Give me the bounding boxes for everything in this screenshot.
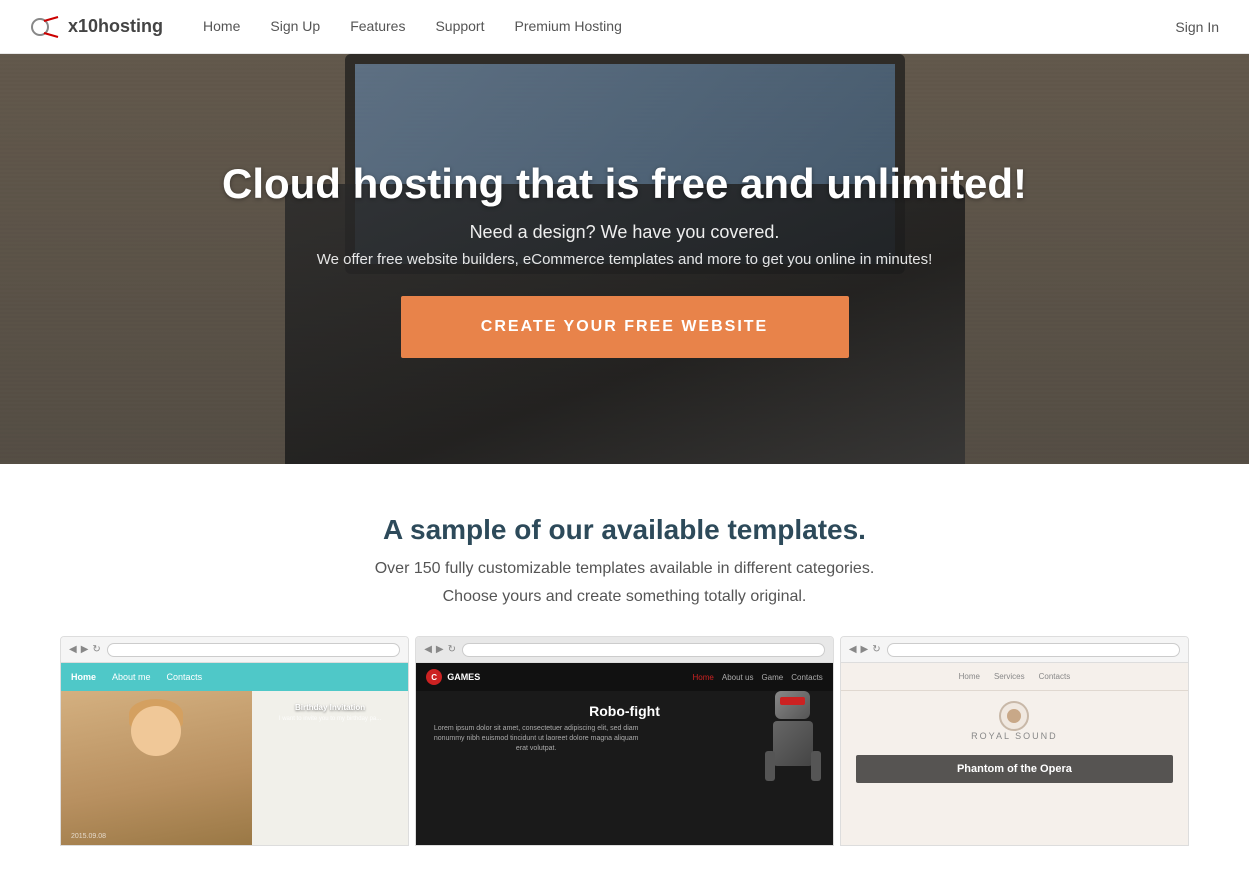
nav-forward-icon[interactable]: ▶ <box>81 644 89 655</box>
url-bar-right[interactable] <box>887 643 1180 657</box>
logo[interactable]: x10hosting <box>30 11 163 43</box>
hero-description: We offer free website builders, eCommerc… <box>222 251 1027 268</box>
nav-home[interactable]: Home <box>203 18 240 34</box>
templates-section: A sample of our available templates. Ove… <box>0 464 1249 876</box>
games-nav-home: Home <box>693 673 714 682</box>
nav-links: Home Sign Up Features Support Premium Ho… <box>203 18 1175 36</box>
royal-nav-services: Services <box>994 672 1025 681</box>
nav-back-icon-mid[interactable]: ◀ <box>424 644 432 655</box>
hero-subtitle: Need a design? We have you covered. <box>222 222 1027 243</box>
mock-body-birthday: Birthday Invitation I want to invite you… <box>61 691 408 845</box>
mock-nav-birthday: Home About me Contacts <box>61 663 408 691</box>
birthday-text: I want to invite you to my birthday pa..… <box>260 716 400 722</box>
nav-signup[interactable]: Sign Up <box>270 18 320 34</box>
games-nav-contacts: Contacts <box>791 673 823 682</box>
robot-visor <box>780 697 805 705</box>
games-desc: Lorem ipsum dolor sit amet, consectetuer… <box>428 724 644 753</box>
phantom-box: Phantom of the Opera <box>856 755 1173 783</box>
logo-icon <box>30 11 62 43</box>
browser-content-right: Home Services Contacts Royal sound Phant… <box>841 663 1188 845</box>
mock-body-games: Robo-fight Lorem ipsum dolor sit amet, c… <box>416 691 833 765</box>
nav-back-icon[interactable]: ◀ <box>69 644 77 655</box>
nav-home-birthday: Home <box>71 672 96 682</box>
nav-refresh-icon-mid[interactable]: ↻ <box>448 644 456 655</box>
robot-head <box>775 691 810 719</box>
previews-row: ◀ ▶ ↻ Home About me Contacts <box>60 636 1189 846</box>
browser-nav-left: ◀ ▶ ↻ <box>69 644 101 655</box>
games-nav-about: About us <box>722 673 754 682</box>
games-nav-game: Game <box>761 673 783 682</box>
preview-games: ◀ ▶ ↻ C GAMES Home About us Game C <box>415 636 834 846</box>
templates-title: A sample of our available templates. <box>60 514 1189 546</box>
royal-logo-area: Royal sound <box>841 691 1188 747</box>
royal-logo-circle <box>999 701 1029 731</box>
nav-support[interactable]: Support <box>435 18 484 34</box>
templates-sub2: Choose yours and create something totall… <box>60 588 1189 606</box>
hero-title: Cloud hosting that is free and unlimited… <box>222 160 1027 208</box>
nav-about-birthday: About me <box>112 672 151 682</box>
templates-subtitle: Over 150 fully customizable templates av… <box>60 560 1189 578</box>
mock-image-birthday <box>61 691 252 845</box>
nav-forward-icon-right[interactable]: ▶ <box>861 644 869 655</box>
navbar: x10hosting Home Sign Up Features Support… <box>0 0 1249 54</box>
browser-bar-left: ◀ ▶ ↻ <box>61 637 408 663</box>
birthday-heading: Birthday Invitation <box>260 703 400 712</box>
nav-features[interactable]: Features <box>350 18 405 34</box>
brand-name: x10hosting <box>68 16 163 37</box>
royal-nav-contacts: Contacts <box>1039 672 1071 681</box>
games-logo-icon: C <box>426 669 442 685</box>
nav-refresh-icon-right[interactable]: ↻ <box>872 644 880 655</box>
mock-text-birthday: Birthday Invitation I want to invite you… <box>252 691 408 845</box>
browser-bar-right: ◀ ▶ ↻ <box>841 637 1188 663</box>
birthday-date: 2015.09.08 <box>71 833 106 840</box>
preview-birthday: ◀ ▶ ↻ Home About me Contacts <box>60 636 409 846</box>
browser-nav-right: ◀ ▶ ↻ <box>849 644 881 655</box>
browser-nav-mid: ◀ ▶ ↻ <box>424 644 456 655</box>
signin-link[interactable]: Sign In <box>1175 19 1219 35</box>
robot-arm-right <box>811 751 821 781</box>
robot-figure <box>763 691 823 801</box>
browser-bar-mid: ◀ ▶ ↻ <box>416 637 833 663</box>
nav-premium-hosting[interactable]: Premium Hosting <box>515 18 622 34</box>
browser-content-mid: C GAMES Home About us Game Contacts Robo… <box>416 663 833 845</box>
nav-contacts-birthday: Contacts <box>167 672 203 682</box>
preview-royal: ◀ ▶ ↻ Home Services Contacts Royal sound <box>840 636 1189 846</box>
nav-back-icon-right[interactable]: ◀ <box>849 644 857 655</box>
url-bar-mid[interactable] <box>462 643 825 657</box>
nav-refresh-icon[interactable]: ↻ <box>92 644 100 655</box>
robot-arm-left <box>765 751 775 781</box>
hero-content: Cloud hosting that is free and unlimited… <box>182 160 1067 358</box>
phantom-title: Phantom of the Opera <box>864 763 1165 775</box>
mock-nav-games: C GAMES Home About us Game Contacts <box>416 663 833 691</box>
browser-content-left: Home About me Contacts Birthday Invitati… <box>61 663 408 845</box>
games-logo: C GAMES <box>426 669 480 685</box>
royal-logo-inner <box>1007 709 1021 723</box>
games-logo-name: GAMES <box>447 672 480 682</box>
url-bar-left[interactable] <box>107 643 400 657</box>
robot-body <box>773 721 813 766</box>
royal-nav-home: Home <box>959 672 980 681</box>
mock-nav-royal: Home Services Contacts <box>841 663 1188 691</box>
cta-button[interactable]: CREATE YOUR FREE WEBSITE <box>401 296 849 358</box>
hero-section: Cloud hosting that is free and unlimited… <box>0 54 1249 464</box>
royal-brand: Royal sound <box>971 731 1058 741</box>
games-nav-links: Home About us Game Contacts <box>693 673 823 682</box>
face-shape <box>131 706 181 756</box>
nav-forward-icon-mid[interactable]: ▶ <box>436 644 444 655</box>
